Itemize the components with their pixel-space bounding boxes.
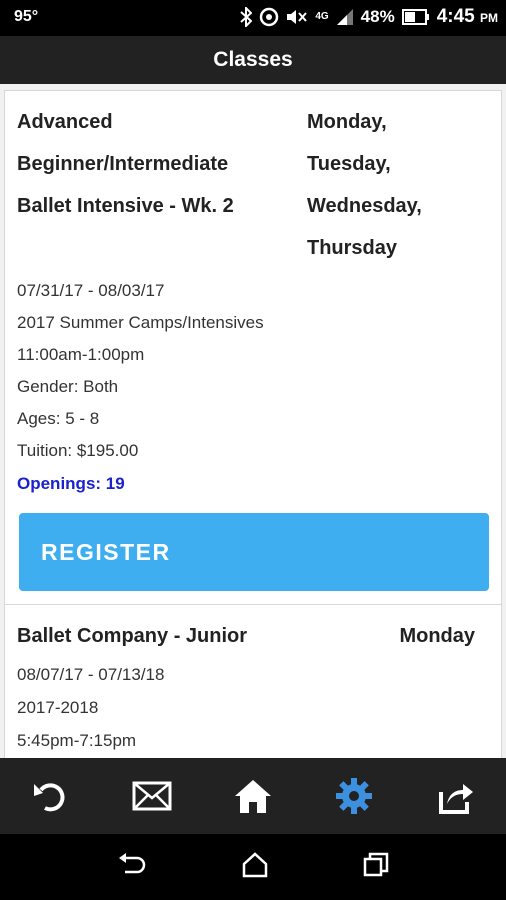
- class-name: Ballet Company - Junior: [17, 625, 248, 647]
- dnd-icon: [259, 7, 279, 27]
- page-title: Classes: [213, 48, 293, 71]
- battery-percent: 48%: [360, 7, 395, 26]
- battery-icon: [401, 9, 430, 25]
- class-session: 2017 Summer Camps/Intensives: [17, 313, 264, 332]
- share-icon[interactable]: [425, 766, 485, 826]
- class-day-line: Monday,: [307, 111, 387, 133]
- mute-icon: [286, 8, 308, 26]
- settings-icon[interactable]: [324, 766, 384, 826]
- tab-bar: [0, 758, 506, 834]
- register-button[interactable]: REGISTER: [19, 513, 489, 591]
- system-nav-bar: [0, 834, 506, 900]
- class-tuition: Tuition: $195.00: [17, 441, 139, 460]
- clock: 4:45 PM: [437, 6, 498, 28]
- class-dates: 08/07/17 - 07/13/18: [17, 665, 165, 684]
- class-days: Monday: [399, 625, 475, 647]
- class-day-line: Tuesday,: [307, 153, 391, 175]
- status-icons: 4G 48% 4:45 PM: [240, 6, 498, 28]
- class-name-line: Beginner/Intermediate: [17, 153, 229, 175]
- class-card: Advanced Beginner/Intermediate Ballet In…: [4, 90, 502, 610]
- status-bar: 95° 4G 48% 4:45 PM: [0, 0, 506, 36]
- class-gender: Gender: Both: [17, 377, 119, 396]
- home-icon[interactable]: [223, 766, 283, 826]
- class-day-line: Wednesday,: [307, 195, 422, 217]
- undo-icon[interactable]: [21, 766, 81, 826]
- class-day-line: Thursday: [307, 237, 398, 259]
- recents-icon[interactable]: [363, 852, 389, 883]
- temperature: 95°: [14, 8, 39, 25]
- home-icon[interactable]: [241, 851, 269, 883]
- class-openings: Openings: 19: [17, 474, 125, 493]
- bluetooth-icon: [240, 7, 253, 27]
- class-name-line: Ballet Intensive - Wk. 2: [17, 195, 234, 217]
- mail-icon[interactable]: [122, 766, 182, 826]
- class-ages: Ages: 5 - 8: [17, 409, 100, 428]
- class-time: 11:00am-1:00pm: [17, 345, 145, 364]
- class-session: 2017-2018: [17, 698, 99, 717]
- class-days: Monday, Tuesday, Wednesday, Thursday: [307, 101, 487, 269]
- class-time: 5:45pm-7:15pm: [17, 731, 137, 750]
- signal-icon: [336, 8, 354, 26]
- class-card: Ballet Company - Junior Monday 08/07/17 …: [4, 604, 502, 758]
- clock-suffix: PM: [480, 11, 498, 25]
- class-name-line: Advanced: [17, 111, 113, 133]
- back-icon[interactable]: [117, 852, 147, 883]
- class-name: Advanced Beginner/Intermediate Ballet In…: [17, 101, 287, 227]
- title-bar: Classes: [0, 36, 506, 84]
- class-dates: 07/31/17 - 08/03/17: [17, 281, 165, 300]
- network-label: 4G: [315, 11, 329, 22]
- class-list[interactable]: Advanced Beginner/Intermediate Ballet In…: [0, 84, 506, 758]
- clock-time: 4:45: [436, 6, 475, 27]
